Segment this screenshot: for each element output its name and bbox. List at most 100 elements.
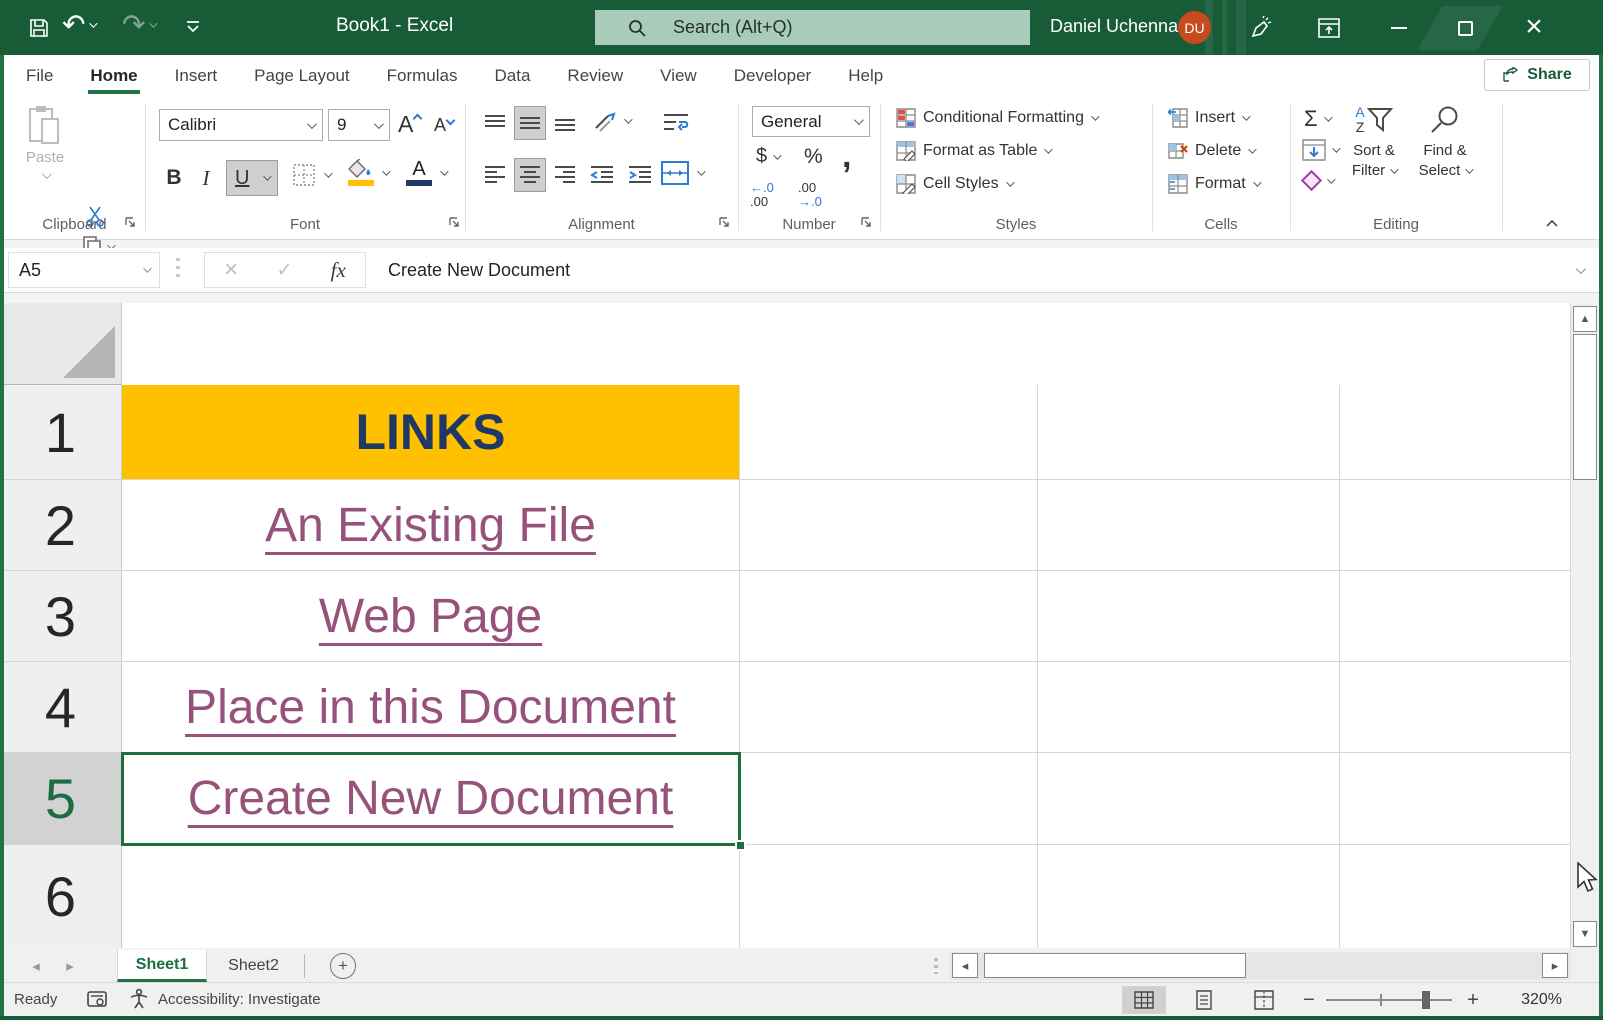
font-size-combo[interactable]: 9 xyxy=(328,109,390,141)
search-box[interactable]: Search (Alt+Q) xyxy=(595,10,1030,45)
find-select-button[interactable]: Find & Select xyxy=(1412,105,1478,181)
enter-icon[interactable]: ✓ xyxy=(276,259,292,282)
paste-button[interactable]: Paste xyxy=(18,105,72,200)
insert-function-button[interactable]: fx xyxy=(331,258,346,283)
cell-d1[interactable] xyxy=(1340,385,1570,480)
decrease-decimal-button[interactable]: .00 →.0 xyxy=(798,181,822,209)
cell-c6[interactable] xyxy=(1038,845,1340,948)
align-middle-button[interactable] xyxy=(514,106,546,140)
row-header-6[interactable]: 6 xyxy=(0,845,122,948)
close-button[interactable]: × xyxy=(1514,6,1554,48)
sheet-tab-sheet2[interactable]: Sheet2 xyxy=(207,950,300,982)
cell-a1[interactable]: LINKS xyxy=(122,385,740,480)
cell-d2[interactable] xyxy=(1340,480,1570,571)
scroll-down-button[interactable]: ▼ xyxy=(1573,921,1597,947)
alignment-dialog-launcher[interactable] xyxy=(716,214,732,230)
zoom-slider-thumb[interactable] xyxy=(1422,991,1430,1009)
delete-cells-button[interactable]: Delete xyxy=(1168,141,1257,161)
cell-a6[interactable] xyxy=(122,845,740,948)
clear-button[interactable] xyxy=(1300,169,1336,192)
macro-record-button[interactable] xyxy=(84,988,110,1012)
redo-button[interactable]: ↷ xyxy=(122,8,159,41)
wrap-text-button[interactable] xyxy=(656,106,696,140)
coming-soon-button[interactable] xyxy=(1246,13,1276,43)
cell-b4[interactable] xyxy=(740,662,1038,753)
ribbon-display-options-button[interactable] xyxy=(1314,13,1344,43)
page-break-preview-button[interactable] xyxy=(1242,986,1286,1014)
cell-b5[interactable] xyxy=(740,753,1038,845)
borders-button[interactable] xyxy=(292,163,333,187)
font-color-button[interactable]: A xyxy=(406,159,449,186)
align-right-button[interactable] xyxy=(550,160,580,190)
tab-formulas[interactable]: Formulas xyxy=(385,55,460,97)
number-format-combo[interactable]: General xyxy=(752,106,870,137)
cell-styles-button[interactable]: Cell Styles xyxy=(896,174,1015,194)
tab-home[interactable]: Home xyxy=(88,55,140,97)
cell-d6[interactable] xyxy=(1340,845,1570,948)
fill-color-button[interactable] xyxy=(348,159,391,186)
clipboard-dialog-launcher[interactable] xyxy=(122,214,138,230)
tab-data[interactable]: Data xyxy=(493,55,533,97)
sheet-tab-sheet1[interactable]: Sheet1 xyxy=(117,950,207,982)
decrease-font-size-button[interactable]: A xyxy=(434,115,456,136)
sheet-nav-next-button[interactable]: ▸ xyxy=(56,954,84,978)
tab-page-layout[interactable]: Page Layout xyxy=(252,55,351,97)
expand-formula-bar-button[interactable] xyxy=(1566,258,1592,282)
tab-review[interactable]: Review xyxy=(565,55,625,97)
cell-b6[interactable] xyxy=(740,845,1038,948)
select-all-corner[interactable] xyxy=(0,303,122,385)
cell-c3[interactable] xyxy=(1038,571,1340,662)
insert-cells-button[interactable]: Insert xyxy=(1168,108,1251,128)
format-as-table-button[interactable]: Format as Table xyxy=(896,141,1054,161)
bold-button[interactable]: B xyxy=(160,161,188,195)
tab-help[interactable]: Help xyxy=(846,55,885,97)
percent-style-button[interactable]: % xyxy=(804,145,823,169)
row-header-2[interactable]: 2 xyxy=(0,480,122,571)
merge-center-button[interactable] xyxy=(660,160,706,186)
name-box-resize-handle[interactable] xyxy=(176,258,180,282)
cell-a5[interactable]: Create New Document xyxy=(122,753,740,845)
avatar[interactable]: DU xyxy=(1178,11,1211,44)
italic-button[interactable]: I xyxy=(194,161,218,195)
zoom-in-button[interactable]: + xyxy=(1460,987,1486,1013)
minimize-button[interactable] xyxy=(1382,13,1416,43)
conditional-formatting-button[interactable]: Conditional Formatting xyxy=(896,108,1100,128)
cell-d3[interactable] xyxy=(1340,571,1570,662)
normal-view-button[interactable] xyxy=(1122,986,1166,1014)
share-button[interactable]: Share xyxy=(1484,59,1590,91)
row-header-3[interactable]: 3 xyxy=(0,571,122,662)
add-sheet-button[interactable]: + xyxy=(330,953,356,979)
font-family-combo[interactable]: Calibri xyxy=(159,109,323,141)
row-header-5[interactable]: 5 xyxy=(0,753,122,845)
tab-insert[interactable]: Insert xyxy=(173,55,220,97)
sort-filter-button[interactable]: A Z Sort & Filter xyxy=(1344,105,1404,181)
sheet-nav-prev-button[interactable]: ◂ xyxy=(22,954,50,978)
page-layout-view-button[interactable] xyxy=(1182,986,1226,1014)
cell-c4[interactable] xyxy=(1038,662,1340,753)
cell-b3[interactable] xyxy=(740,571,1038,662)
scroll-up-button[interactable]: ▲ xyxy=(1573,306,1597,332)
fill-button[interactable] xyxy=(1302,139,1341,161)
align-center-button[interactable] xyxy=(514,158,546,192)
autosum-button[interactable]: Σ xyxy=(1304,106,1333,132)
fill-handle[interactable] xyxy=(735,840,746,851)
maximize-button[interactable] xyxy=(1448,13,1482,43)
accounting-format-button[interactable]: $ xyxy=(756,145,782,168)
cell-b1[interactable] xyxy=(740,385,1038,480)
row-header-4[interactable]: 4 xyxy=(0,662,122,753)
cell-a2[interactable]: An Existing File xyxy=(122,480,740,571)
number-dialog-launcher[interactable] xyxy=(858,214,874,230)
tab-developer[interactable]: Developer xyxy=(732,55,814,97)
decrease-indent-button[interactable] xyxy=(586,160,618,190)
underline-button[interactable]: U xyxy=(226,160,278,196)
font-dialog-launcher[interactable] xyxy=(446,214,462,230)
zoom-out-button[interactable]: − xyxy=(1296,987,1322,1013)
save-button[interactable] xyxy=(26,15,52,41)
align-top-button[interactable] xyxy=(480,108,510,138)
cell-d5[interactable] xyxy=(1340,753,1570,845)
collapse-ribbon-button[interactable] xyxy=(1540,213,1564,233)
increase-font-size-button[interactable]: A xyxy=(398,111,423,138)
vertical-scrollbar[interactable]: ▲ ▼ xyxy=(1570,303,1599,950)
cell-a4[interactable]: Place in this Document xyxy=(122,662,740,753)
undo-button[interactable]: ↶ xyxy=(62,8,99,41)
